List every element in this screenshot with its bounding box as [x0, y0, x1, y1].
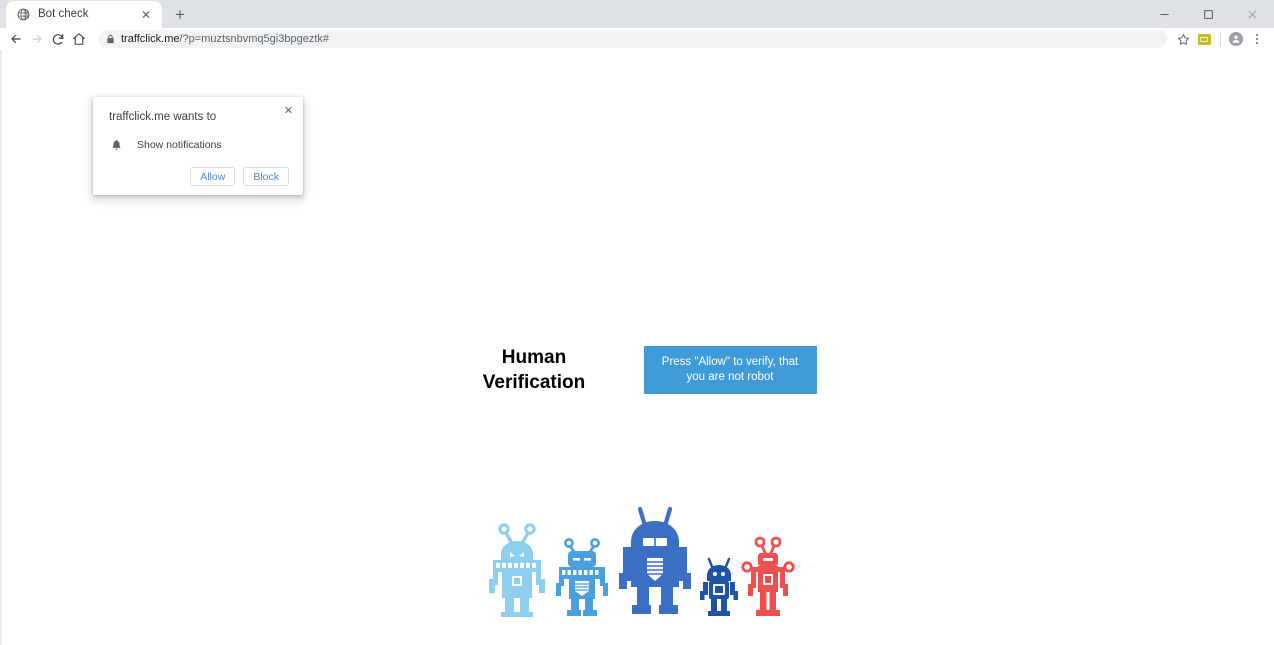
permission-option-label: Show notifications	[137, 139, 222, 151]
url-text: traffclick.me/?p=muztsnbvmq5gi3bpgeztk#	[121, 30, 329, 48]
home-button[interactable]	[69, 29, 89, 49]
bell-icon	[109, 139, 123, 151]
lock-icon	[106, 34, 115, 44]
close-button[interactable]	[1230, 0, 1274, 28]
new-tab-button[interactable]: +	[166, 0, 194, 28]
robot-mid-blue	[556, 538, 608, 616]
tab-strip: Bot check ✕ +	[0, 0, 1274, 28]
heading-line-2: Verification	[482, 372, 586, 393]
allow-button[interactable]: Allow	[190, 167, 236, 186]
toolbar-right-actions	[1173, 29, 1268, 49]
extension-icon[interactable]	[1194, 29, 1214, 49]
bookmark-star-icon[interactable]	[1173, 29, 1193, 49]
url-host: traffclick.me	[121, 33, 180, 45]
chrome-menu-icon[interactable]	[1247, 29, 1267, 49]
forward-button	[27, 29, 47, 49]
page-viewport: ✕ traffclick.me wants to Show notificati…	[0, 50, 1274, 645]
notification-permission-dialog: ✕ traffclick.me wants to Show notificati…	[93, 97, 303, 195]
close-icon[interactable]: ✕	[138, 7, 154, 23]
toolbar-divider	[1220, 32, 1221, 46]
robot-royal-blue	[619, 506, 691, 614]
url-path: /?p=muztsnbvmq5gi3bpgeztk#	[179, 33, 329, 45]
robot-navy-small	[700, 557, 738, 616]
close-icon[interactable]: ✕	[282, 105, 295, 118]
address-bar[interactable]: traffclick.me/?p=muztsnbvmq5gi3bpgeztk#	[98, 30, 1167, 48]
verification-block: Human Verification Press "Allow" to veri…	[2, 345, 1274, 395]
robot-red	[741, 536, 795, 616]
window-controls	[1142, 0, 1274, 28]
verification-cta-banner[interactable]: Press "Allow" to verify, that you are no…	[643, 346, 817, 394]
reload-button[interactable]	[48, 29, 68, 49]
page-title: Human Verification	[462, 345, 607, 395]
robot-illustration	[2, 505, 1274, 618]
permission-actions: Allow Block	[109, 167, 289, 186]
minimize-button[interactable]	[1142, 0, 1186, 28]
permission-title: traffclick.me wants to	[109, 111, 217, 123]
block-button[interactable]: Block	[243, 167, 289, 186]
globe-icon	[16, 8, 30, 22]
back-button[interactable]	[6, 29, 26, 49]
maximize-button[interactable]	[1186, 0, 1230, 28]
tab-title: Bot check	[38, 8, 89, 20]
heading-line-1: Human	[501, 347, 567, 368]
browser-window: Bot check ✕ + traffclick.me/?p=muztsnbvm…	[0, 0, 1274, 645]
browser-toolbar: traffclick.me/?p=muztsnbvmq5gi3bpgeztk#	[0, 28, 1274, 50]
permission-option-row: Show notifications	[109, 138, 289, 152]
tab-bot-check[interactable]: Bot check ✕	[6, 1, 162, 28]
profile-avatar[interactable]	[1226, 29, 1246, 49]
robot-light-blue	[489, 523, 545, 617]
